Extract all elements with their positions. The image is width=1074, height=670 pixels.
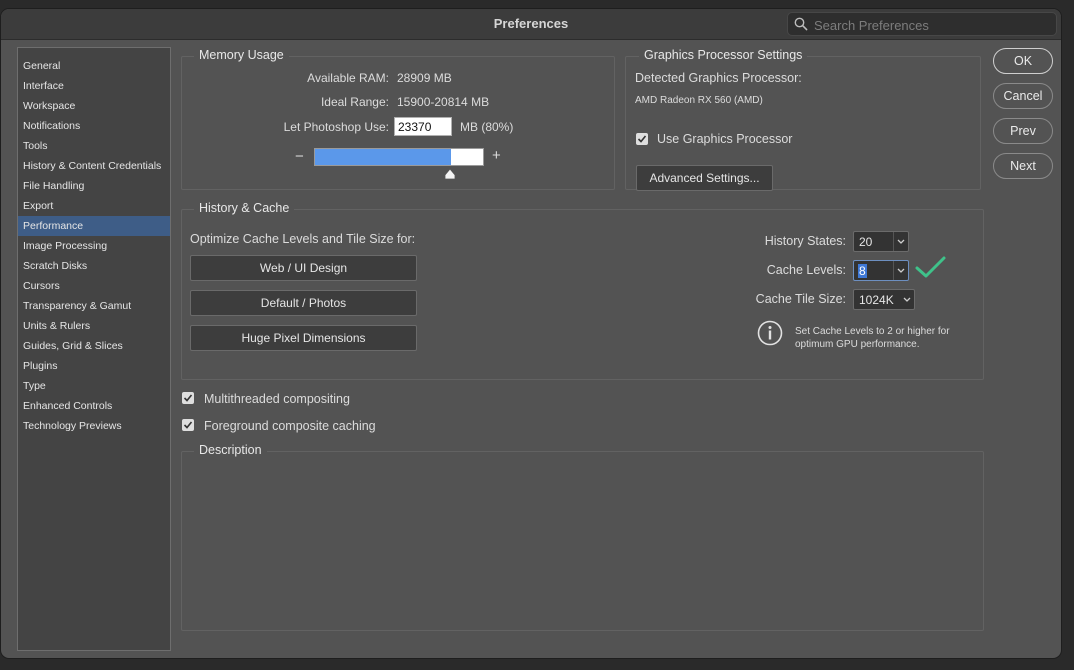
title-bar: Preferences xyxy=(1,9,1061,40)
preferences-window: Preferences GeneralInterfaceWorkspaceNot… xyxy=(0,8,1062,659)
detected-gpu-label: Detected Graphics Processor: xyxy=(635,71,802,85)
cache-tile-size-value: 1024K xyxy=(859,293,894,307)
checkmark-icon xyxy=(183,421,193,429)
description-group xyxy=(181,451,984,631)
search-icon xyxy=(794,17,808,31)
default-photos-button[interactable]: Default / Photos xyxy=(190,290,417,316)
ideal-range-label: Ideal Range: xyxy=(320,95,389,109)
cache-levels-select[interactable]: 8 xyxy=(853,260,909,281)
history-states-select[interactable]: 20 xyxy=(853,231,909,252)
optimize-label: Optimize Cache Levels and Tile Size for: xyxy=(190,232,416,246)
use-gpu-label: Use Graphics Processor xyxy=(657,132,793,146)
sidebar-item-history-content-credentials[interactable]: History & Content Credentials xyxy=(18,156,170,176)
web-ui-design-button[interactable]: Web / UI Design xyxy=(190,255,417,281)
multithreaded-compositing-checkbox[interactable] xyxy=(182,392,194,404)
decrease-memory-button[interactable]: − xyxy=(295,148,304,165)
sidebar-item-transparency-gamut[interactable]: Transparency & Gamut xyxy=(18,296,170,316)
sidebar-item-general[interactable]: General xyxy=(18,56,170,76)
next-button[interactable]: Next xyxy=(993,153,1053,179)
cache-tile-size-select[interactable]: 1024K xyxy=(853,289,915,310)
sidebar-item-enhanced-controls[interactable]: Enhanced Controls xyxy=(18,396,170,416)
increase-memory-button[interactable]: + xyxy=(492,147,501,164)
memory-slider-fill xyxy=(315,149,451,165)
sidebar-item-guides-grid-slices[interactable]: Guides, Grid & Slices xyxy=(18,336,170,356)
sidebar-item-units-rulers[interactable]: Units & Rulers xyxy=(18,316,170,336)
sidebar-item-type[interactable]: Type xyxy=(18,376,170,396)
sidebar-item-scratch-disks[interactable]: Scratch Disks xyxy=(18,256,170,276)
green-checkmark-icon xyxy=(915,256,946,278)
ideal-range-value: 15900-20814 MB xyxy=(397,95,490,109)
history-states-label: History States: xyxy=(764,234,846,248)
available-ram-label: Available RAM: xyxy=(307,71,389,85)
use-gpu-checkbox[interactable] xyxy=(636,133,648,145)
huge-pixel-dimensions-button[interactable]: Huge Pixel Dimensions xyxy=(190,325,417,351)
search-box[interactable] xyxy=(787,12,1057,36)
chevron-down-icon xyxy=(903,297,911,302)
sidebar-item-interface[interactable]: Interface xyxy=(18,76,170,96)
checkmark-icon xyxy=(183,394,193,402)
ok-button[interactable]: OK xyxy=(993,48,1053,74)
memory-slider-thumb[interactable] xyxy=(444,167,456,180)
preferences-sidebar: General Interface Workspace Notifications To… xyxy=(17,47,171,651)
cache-tile-size-label: Cache Tile Size: xyxy=(755,292,846,306)
info-icon xyxy=(757,320,783,346)
sidebar-item-export[interactable]: Export xyxy=(18,196,170,216)
chevron-down-icon xyxy=(897,268,905,273)
foreground-composite-caching-checkbox[interactable] xyxy=(182,419,194,431)
gpu-settings-title: Graphics Processor Settings xyxy=(639,48,808,62)
photoshop-use-label: Let Photoshop Use: xyxy=(283,120,389,134)
sidebar-item-image-processing[interactable]: Image Processing xyxy=(18,236,170,256)
sidebar-item-technology-previews[interactable]: Technology Previews xyxy=(18,416,170,436)
history-states-value: 20 xyxy=(859,235,873,249)
sidebar-item-workspace[interactable]: Workspace xyxy=(18,96,170,116)
advanced-settings-button[interactable]: Advanced Settings... xyxy=(636,165,773,191)
prev-button[interactable]: Prev xyxy=(993,118,1053,144)
sidebar-item-cursors[interactable]: Cursors xyxy=(18,276,170,296)
cache-levels-value: 8 xyxy=(858,264,867,278)
info-text-line-1: Set Cache Levels to 2 or higher for xyxy=(795,326,950,337)
foreground-composite-caching-label: Foreground composite caching xyxy=(204,419,376,433)
sidebar-item-tools[interactable]: Tools xyxy=(18,136,170,156)
cache-levels-label: Cache Levels: xyxy=(766,263,846,277)
photoshop-use-suffix: MB (80%) xyxy=(460,120,514,134)
cancel-button[interactable]: Cancel xyxy=(993,83,1053,109)
available-ram-value: 28909 MB xyxy=(397,71,452,85)
sidebar-item-performance[interactable]: Performance xyxy=(18,216,170,236)
photoshop-use-input[interactable] xyxy=(394,117,452,136)
memory-usage-title: Memory Usage xyxy=(194,48,289,62)
sidebar-item-plugins[interactable]: Plugins xyxy=(18,356,170,376)
checkmark-icon xyxy=(637,135,647,143)
search-input[interactable] xyxy=(812,14,1052,36)
sidebar-item-notifications[interactable]: Notifications xyxy=(18,116,170,136)
multithreaded-compositing-label: Multithreaded compositing xyxy=(204,392,350,406)
history-cache-title: History & Cache xyxy=(194,201,295,215)
chevron-down-icon xyxy=(897,239,905,244)
memory-slider-track[interactable] xyxy=(314,148,484,166)
sidebar-item-file-handling[interactable]: File Handling xyxy=(18,176,170,196)
description-title: Description xyxy=(194,443,267,457)
info-text-line-2: optimum GPU performance. xyxy=(795,339,920,350)
detected-gpu-value: AMD Radeon RX 560 (AMD) xyxy=(635,95,763,106)
